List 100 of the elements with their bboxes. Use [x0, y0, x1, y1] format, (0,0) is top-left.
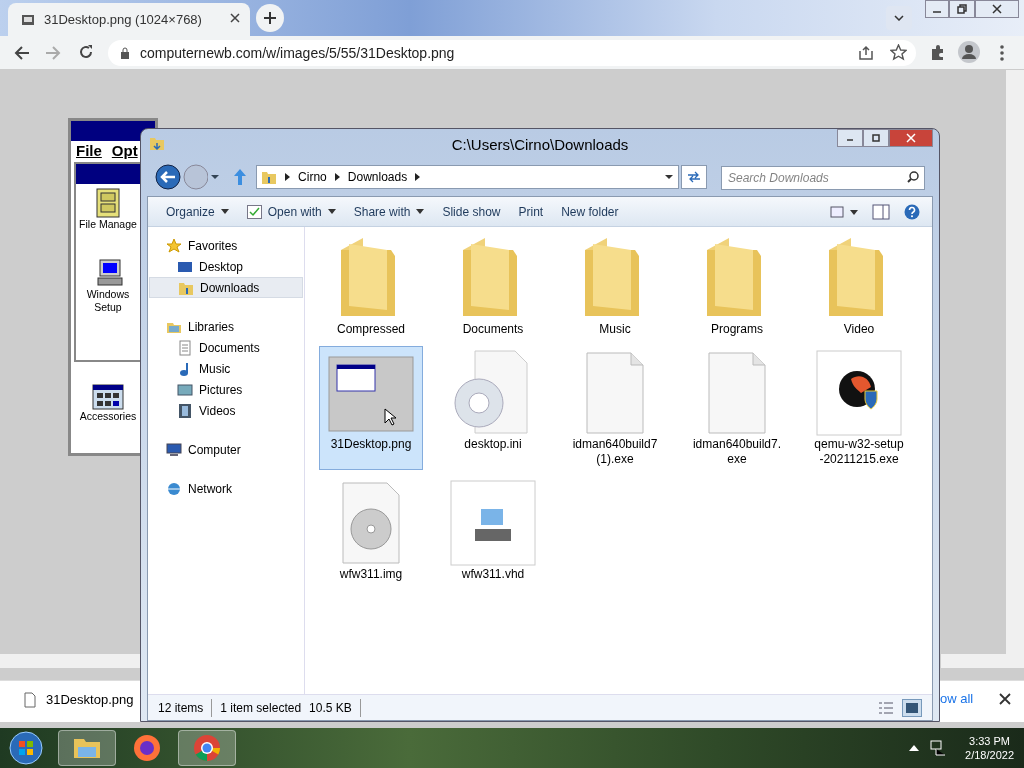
view-icon[interactable] — [830, 204, 858, 219]
toolbar-button[interactable]: Open with — [240, 199, 342, 224]
taskbar-button[interactable] — [178, 730, 236, 766]
menu-item[interactable]: File — [76, 140, 102, 163]
clock-date[interactable]: 2/18/2022 — [965, 748, 1014, 762]
pictures-icon — [177, 381, 193, 398]
folder-icon — [261, 169, 278, 185]
clock-time[interactable]: 3:33 PM — [969, 734, 1010, 748]
download-item[interactable]: 31Desktop.png — [24, 690, 134, 710]
breadcrumb-item[interactable]: Cirno — [298, 168, 327, 186]
toolbar-button[interactable]: Organize — [160, 199, 235, 224]
explorer-item[interactable]: Video — [807, 231, 911, 340]
maximize-button[interactable] — [863, 129, 889, 147]
drive-icon — [449, 479, 537, 567]
close-button[interactable] — [889, 129, 933, 147]
nav-item[interactable]: Documents — [149, 337, 303, 358]
nav-item[interactable]: Desktop — [149, 256, 303, 277]
close-button[interactable] — [975, 0, 1019, 18]
address-bar[interactable]: Cirno Downloads — [256, 165, 680, 189]
nav-item[interactable]: Favorites — [148, 235, 304, 256]
file-icon — [24, 691, 36, 708]
show-all-button[interactable]: ow all — [940, 688, 974, 710]
chevron-right-icon[interactable] — [285, 173, 291, 181]
icon-label[interactable]: Accessories — [79, 410, 137, 423]
explorer-item[interactable]: qemu-w32-setup -20211215.exe — [807, 346, 911, 470]
help-icon[interactable] — [904, 203, 920, 220]
preview-pane-icon[interactable] — [872, 203, 890, 220]
search-field[interactable]: Search Downloads — [721, 165, 925, 190]
explorer-item[interactable]: Compressed — [319, 231, 423, 340]
window-title: C:\Users\Cirno\Downloads — [451, 134, 629, 155]
videos-icon — [177, 402, 193, 419]
explorer-item[interactable]: wfw311.img — [319, 476, 423, 585]
dropdown-arrow-icon[interactable] — [210, 174, 221, 180]
refresh-button[interactable] — [681, 165, 707, 189]
icon-label[interactable]: File Manage — [79, 218, 137, 231]
nav-item[interactable]: Computer — [148, 439, 304, 460]
lock-icon — [120, 47, 130, 59]
horizontal-scrollbar[interactable] — [0, 654, 140, 668]
close-icon[interactable] — [999, 693, 1011, 705]
nav-item[interactable]: Music — [149, 358, 303, 379]
status-text: 1 item selected — [220, 699, 302, 717]
computer-icon — [166, 441, 182, 458]
cabinet-icon[interactable] — [96, 188, 120, 218]
chevron-right-icon[interactable] — [334, 173, 340, 181]
network-icon[interactable] — [929, 739, 948, 757]
explorer-item[interactable]: idman640build7. exe — [685, 346, 789, 470]
reload-icon[interactable] — [78, 44, 94, 60]
profile-icon[interactable] — [958, 41, 980, 63]
nav-item[interactable]: Libraries — [148, 316, 304, 337]
toolbar-button[interactable]: New folder — [555, 199, 625, 224]
close-icon[interactable] — [992, 4, 1002, 14]
folder-icon — [149, 135, 165, 151]
back-icon[interactable] — [155, 164, 181, 190]
menu-item[interactable]: Opt — [111, 140, 138, 163]
toolbar-button[interactable]: Print — [512, 199, 550, 224]
menu-icon[interactable] — [999, 45, 1005, 61]
installer-icon — [815, 349, 903, 437]
browser-tab[interactable]: 31Desktop.png (1024×768) — [8, 3, 250, 36]
nav-item[interactable]: Network — [148, 478, 304, 499]
close-icon[interactable] — [230, 13, 240, 23]
restore-button[interactable] — [949, 0, 975, 18]
minimize-button[interactable] — [925, 0, 949, 18]
explorer-item[interactable]: Programs — [685, 231, 789, 340]
toolbar-button[interactable]: Share with — [347, 199, 431, 224]
chevron-down-icon[interactable] — [894, 15, 904, 21]
star-icon — [166, 237, 182, 254]
breadcrumb-item[interactable]: Downloads — [347, 168, 408, 186]
vertical-scrollbar[interactable] — [1006, 70, 1024, 668]
accessories-group-icon[interactable] — [92, 384, 124, 410]
share-icon[interactable] — [858, 45, 874, 61]
star-icon[interactable] — [890, 44, 907, 61]
nav-item[interactable]: Videos — [149, 400, 303, 421]
toolbar-button[interactable]: Slide show — [436, 199, 507, 224]
dropdown-arrow-icon[interactable] — [664, 174, 675, 180]
horizontal-scrollbar[interactable] — [941, 654, 1006, 668]
icon-label[interactable]: Windows Setup — [77, 288, 139, 314]
document-icon — [177, 339, 193, 356]
explorer-item[interactable]: 31Desktop.png — [319, 346, 423, 470]
show-hidden-icons-icon[interactable] — [909, 745, 920, 751]
explorer-item[interactable]: Documents — [441, 231, 545, 340]
puzzle-icon[interactable] — [929, 44, 946, 61]
explorer-item[interactable]: Music — [563, 231, 667, 340]
explorer-item[interactable]: wfw311.vhd — [441, 476, 545, 585]
status-text: 10.5 KB — [309, 698, 361, 717]
restore-icon[interactable] — [957, 4, 967, 14]
address-bar[interactable]: computernewb.com/w/images/5/55/31Desktop.png — [108, 40, 916, 66]
nav-item[interactable]: Downloads — [149, 277, 303, 298]
explorer-item[interactable]: desktop.ini — [441, 346, 545, 470]
nav-item[interactable]: Pictures — [149, 379, 303, 400]
explorer-item[interactable]: idman640build7 (1).exe — [563, 346, 667, 470]
back-icon[interactable] — [14, 45, 30, 61]
refresh-icon[interactable] — [687, 171, 702, 183]
plus-icon[interactable] — [263, 11, 277, 25]
large-icons-view-icon[interactable] — [902, 698, 922, 717]
minimize-button[interactable] — [837, 129, 863, 147]
start-button[interactable] — [6, 730, 46, 766]
chevron-right-icon[interactable] — [415, 173, 421, 181]
status-text: 12 items — [158, 698, 213, 717]
taskbar-button[interactable] — [58, 730, 116, 766]
maximize-icon[interactable] — [871, 133, 881, 143]
